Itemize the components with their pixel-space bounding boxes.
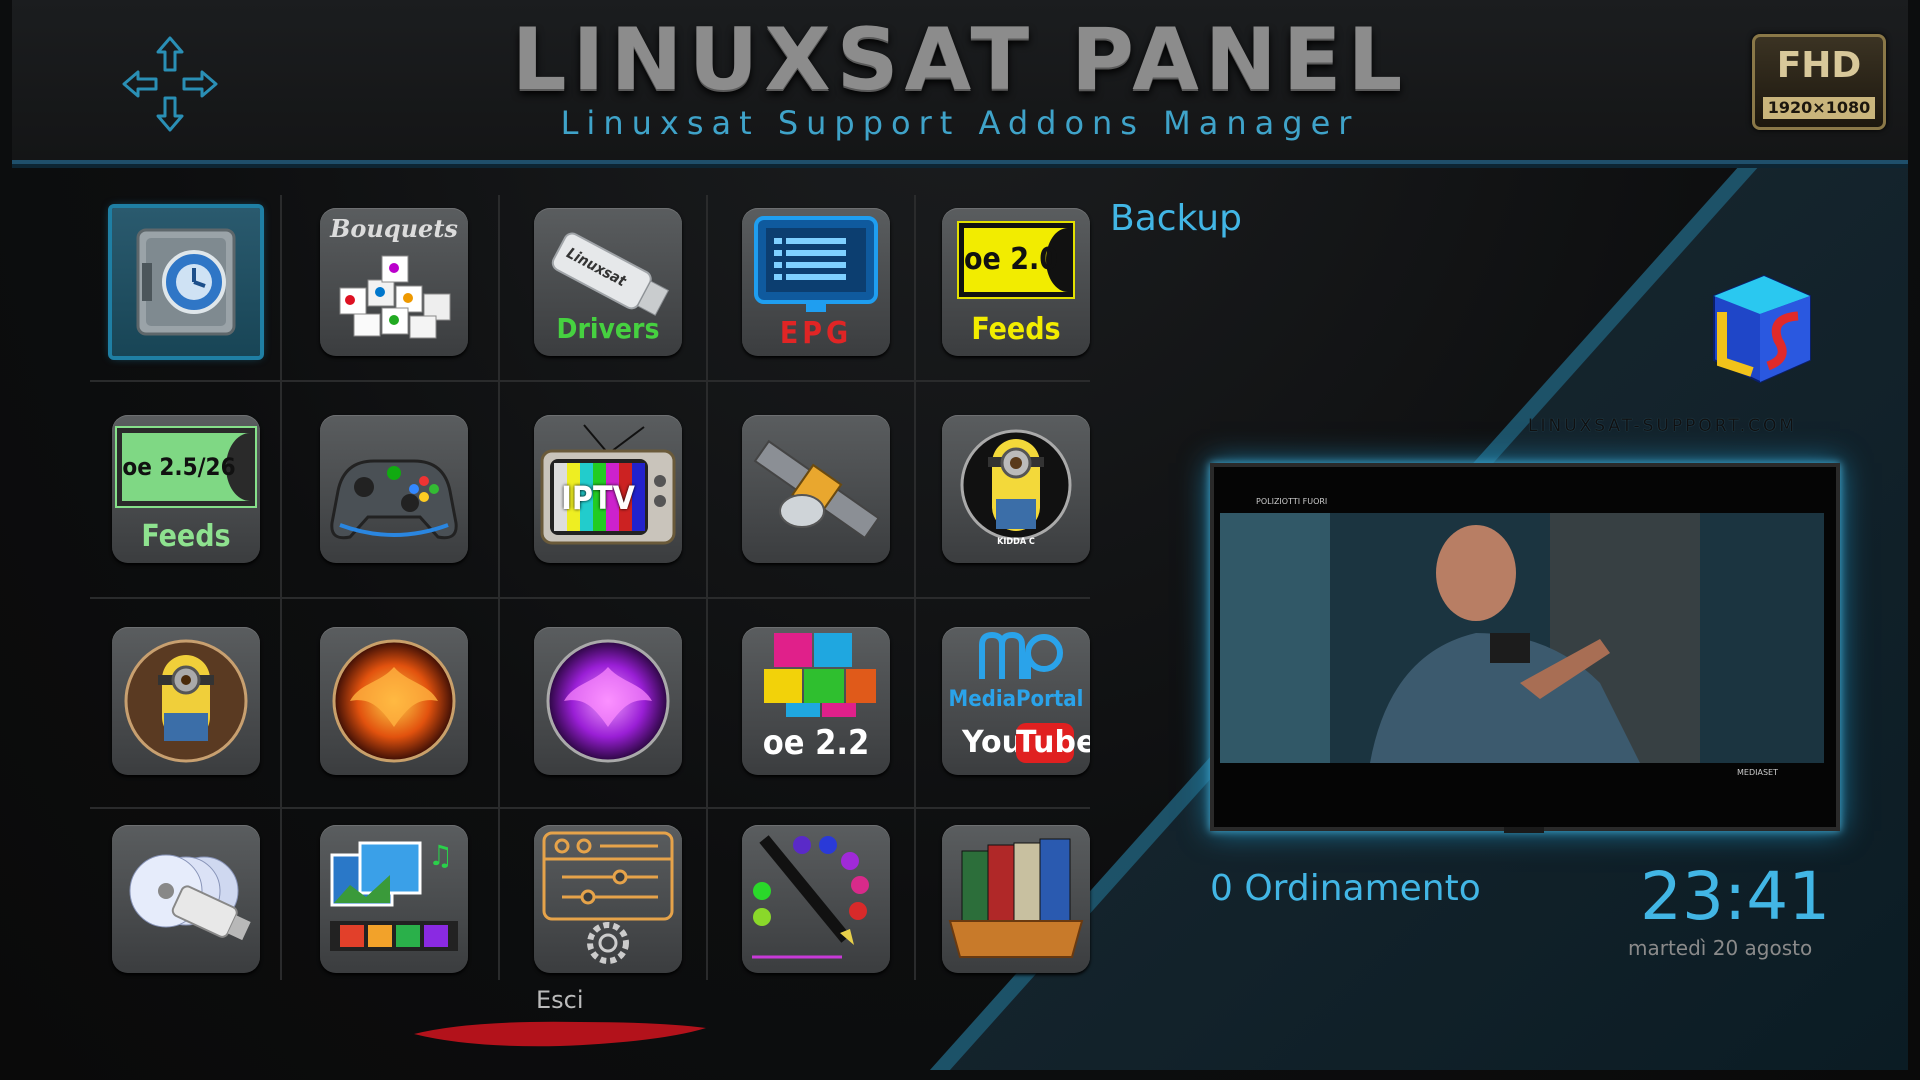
exit-button[interactable]: Esci	[536, 986, 584, 1014]
tile-feeds-oe20-label: Feeds	[971, 312, 1061, 347]
page-subtitle: Linuxsat Support Addons Manager	[560, 104, 1360, 142]
addons-grid: Bouquets Linuxsat Drivers EPG oe 2.0 Fee…	[90, 195, 1090, 985]
youtube-tube-text: Tube	[1016, 723, 1090, 763]
tile-minion[interactable]	[112, 627, 260, 775]
tile-feeds-oe25-badge: oe 2.5/26	[122, 453, 236, 481]
tile-usb-media[interactable]	[112, 825, 260, 973]
selected-item-label: Backup	[1110, 198, 1242, 239]
tile-phoenix-purple[interactable]	[534, 627, 682, 775]
tile-plugins-oe22-label: oe 2.2	[762, 723, 870, 763]
minion-icon	[124, 639, 248, 763]
svg-text:♫: ♫	[428, 839, 453, 872]
tile-skins[interactable]	[742, 825, 890, 973]
date: martedì 20 agosto	[1628, 936, 1813, 960]
grid-divider	[280, 195, 282, 980]
tile-drivers-label: Drivers	[556, 312, 660, 345]
fhd-badge: FHD 1920×1080	[1752, 34, 1886, 130]
palette-pen-icon	[752, 835, 869, 959]
gamepad-icon	[330, 459, 458, 540]
preview-screen	[1220, 513, 1824, 763]
youtube-you-text: You	[962, 725, 1023, 760]
logo-url: LINUXSAT-SUPPORT.COM	[1528, 416, 1798, 436]
fhd-badge-text: FHD	[1776, 45, 1862, 86]
safe-icon	[136, 228, 236, 336]
grid-divider	[90, 597, 1090, 599]
grid-divider	[90, 807, 1090, 809]
grid-divider	[498, 195, 500, 980]
tile-kiddac-label: KIDDA C	[997, 537, 1035, 547]
grid-divider	[706, 195, 708, 980]
phoenix-purple-icon	[546, 639, 670, 763]
tv-stand	[1504, 827, 1544, 833]
tile-backup[interactable]	[108, 204, 264, 360]
tile-library[interactable]	[942, 825, 1090, 973]
page-title: LINUXSAT PANEL	[511, 10, 1409, 110]
preview-frame-image	[1220, 513, 1824, 763]
tile-satellite[interactable]	[742, 415, 890, 563]
grid-divider	[90, 380, 1090, 382]
tile-mediaportal[interactable]: MediaPortal You Tube	[942, 627, 1090, 775]
settings-sliders-icon	[542, 831, 674, 964]
navigation-arrows-icon	[122, 36, 218, 132]
tile-iptv[interactable]: IPTV	[534, 415, 682, 563]
tile-feeds-oe20-badge: oe 2.0	[963, 242, 1059, 277]
tile-bouquets[interactable]: Bouquets	[320, 208, 468, 356]
youtube-logo: You Tube	[962, 723, 1090, 765]
phoenix-orange-icon	[332, 639, 456, 763]
tile-phoenix-orange[interactable]	[320, 627, 468, 775]
linuxsat-support-logo-icon	[1713, 274, 1811, 384]
media-gallery-icon: ♫	[330, 839, 458, 951]
tile-drivers[interactable]: Linuxsat Drivers	[534, 208, 682, 356]
preview-channel-text: POLIZIOTTI FUORI	[1256, 497, 1328, 506]
satellite-icon	[753, 439, 880, 540]
tile-games[interactable]	[320, 415, 468, 563]
live-tv-preview[interactable]: POLIZIOTTI FUORI MEDIASET	[1210, 463, 1840, 833]
tile-mediaportal-label: MediaPortal	[948, 687, 1084, 712]
tile-plugins-oe22[interactable]: oe 2.2	[742, 627, 890, 775]
panel-screen: LINUXSAT PANEL Linuxsat Support Addons M…	[0, 0, 1920, 1080]
tile-media-gallery[interactable]: ♫	[320, 825, 468, 973]
exit-red-underline	[414, 1021, 706, 1047]
tile-settings[interactable]	[534, 825, 682, 973]
tile-bouquets-label: Bouquets	[330, 214, 458, 243]
grid-divider	[914, 195, 916, 980]
sort-order-label: 0 Ordinamento	[1210, 868, 1481, 909]
tile-feeds-oe25-label: Feeds	[141, 519, 231, 554]
fhd-resolution-text: 1920×1080	[1763, 97, 1875, 119]
tile-feeds-oe20[interactable]: oe 2.0 Feeds	[942, 208, 1090, 356]
tile-kiddac[interactable]: KIDDA C	[942, 415, 1090, 563]
tile-epg-label: EPG	[779, 316, 853, 351]
clock: 23:41	[1640, 858, 1831, 935]
books-icon	[948, 838, 1084, 958]
tile-feeds-oe25[interactable]: oe 2.5/26 Feeds	[112, 415, 260, 563]
tile-epg[interactable]: EPG	[742, 208, 890, 356]
tile-iptv-label: IPTV	[561, 479, 635, 517]
preview-watermark: MEDIASET	[1737, 768, 1778, 777]
usb-disc-icon	[129, 854, 251, 941]
